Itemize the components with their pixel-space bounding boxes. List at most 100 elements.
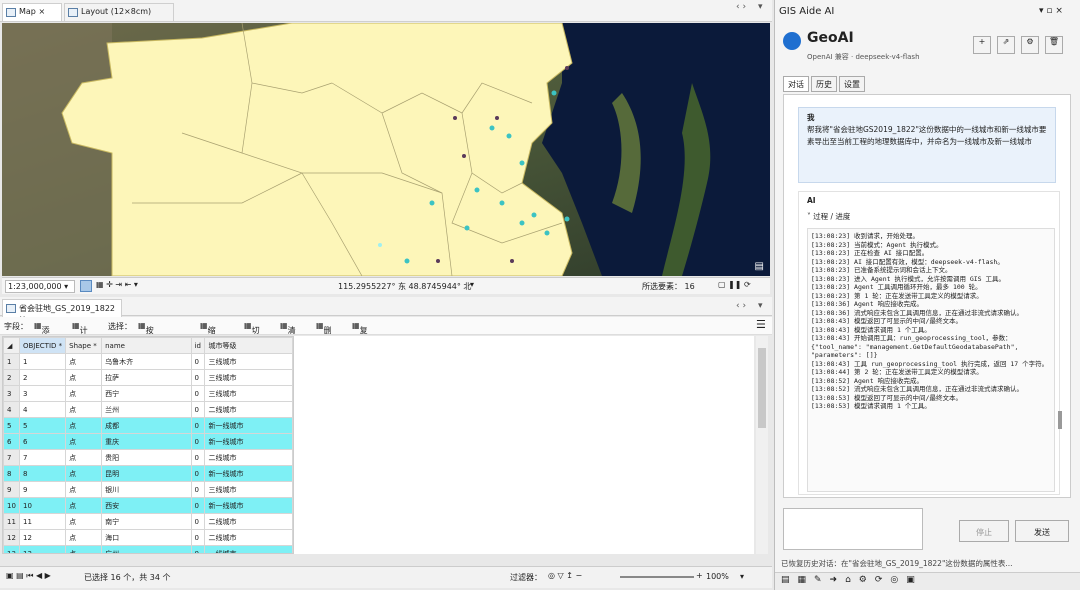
grid-tool-icon[interactable] <box>80 280 92 292</box>
shape-cell[interactable]: 点 <box>65 417 103 434</box>
name-cell[interactable]: 海口 <box>101 529 192 546</box>
id-cell[interactable]: 0 <box>190 385 206 402</box>
row-number[interactable]: 13 <box>3 545 20 553</box>
shape-cell[interactable]: 点 <box>65 465 103 482</box>
objectid-cell[interactable]: 8 <box>18 465 67 482</box>
map-view[interactable]: ▤ <box>2 23 770 276</box>
level-cell[interactable]: 二线城市 <box>204 529 293 546</box>
name-cell[interactable]: 广州 <box>101 545 192 553</box>
id-cell[interactable]: 0 <box>190 417 206 434</box>
name-cell[interactable]: 银川 <box>101 481 192 498</box>
objectid-cell[interactable]: 3 <box>18 385 67 402</box>
switch-button[interactable]: ▦切换 <box>244 321 260 346</box>
shape-cell[interactable]: 点 <box>65 433 103 450</box>
tab-attribute-table[interactable]: 省会驻地_GS_2019_1822 × <box>2 299 122 323</box>
table-menu-icon[interactable]: ▾ <box>758 301 763 311</box>
table-row[interactable]: 7 7 点贵阳 0 二线城市 <box>3 449 293 466</box>
shape-cell[interactable]: 点 <box>65 545 103 553</box>
column-header[interactable]: OBJECTID * <box>18 337 67 354</box>
objectid-cell[interactable]: 1 <box>18 353 67 370</box>
objectid-cell[interactable]: 7 <box>18 449 67 466</box>
objectid-cell[interactable]: 13 <box>18 545 67 553</box>
add-field-button[interactable]: ▦添加 <box>34 321 50 346</box>
table-row[interactable]: 3 3 点西宁 0 三线城市 <box>3 385 293 402</box>
shape-cell[interactable]: 点 <box>65 481 103 498</box>
shape-cell[interactable]: 点 <box>65 497 103 514</box>
panel-controls-icon[interactable]: ▾ ▫ × <box>1039 6 1063 16</box>
export-icon[interactable]: ⇗ <box>997 36 1015 54</box>
id-cell[interactable]: 0 <box>190 449 206 466</box>
column-header[interactable]: name <box>101 337 192 354</box>
level-cell[interactable]: 新一线城市 <box>204 497 293 514</box>
objectid-cell[interactable]: 11 <box>18 513 67 530</box>
objectid-cell[interactable]: 5 <box>18 417 67 434</box>
close-icon[interactable]: × <box>38 7 45 16</box>
id-cell[interactable]: 0 <box>190 433 206 450</box>
copy-button[interactable]: ▦复制 <box>352 321 368 346</box>
zoom-dropdown-icon[interactable]: ▾ <box>740 572 744 581</box>
scroll-tabs-icon[interactable]: ‹ › <box>736 2 746 12</box>
level-cell[interactable]: 二线城市 <box>204 449 293 466</box>
id-cell[interactable]: 0 <box>190 545 206 553</box>
trash-icon[interactable]: 🗑 <box>1045 36 1063 54</box>
table-row[interactable]: 8 8 点昆明 0 新一线城市 <box>3 465 293 482</box>
chat-area[interactable]: 我 帮我将"省会驻地GS2019_1822"这份数据中的一线城市和新一线城市要素… <box>783 94 1071 498</box>
objectid-cell[interactable]: 6 <box>18 433 67 450</box>
delete-button[interactable]: ▦删除 <box>316 321 332 346</box>
id-cell[interactable]: 0 <box>190 401 206 418</box>
objectid-cell[interactable]: 12 <box>18 529 67 546</box>
row-number[interactable]: 3 <box>3 385 20 402</box>
name-cell[interactable]: 成都 <box>101 417 192 434</box>
name-cell[interactable]: 南宁 <box>101 513 192 530</box>
column-header[interactable]: id <box>190 337 206 354</box>
level-cell[interactable]: 二线城市 <box>204 513 293 530</box>
row-number[interactable]: 2 <box>3 369 20 386</box>
level-cell[interactable]: 新一线城市 <box>204 465 293 482</box>
table-row[interactable]: 9 9 点银川 0 三线城市 <box>3 481 293 498</box>
table-options-icon[interactable]: ☰ <box>756 318 766 331</box>
pause-icon[interactable]: ▢ ❚❚ ⟳ <box>718 280 751 289</box>
progress-toggle[interactable]: ˅ 过程 / 进度 <box>807 211 1051 222</box>
table-row[interactable]: 6 6 点重庆 0 新一线城市 <box>3 433 293 450</box>
select-by-attr-button[interactable]: ▦按属性选择 <box>138 321 154 379</box>
gear-icon[interactable]: ⚙ <box>1021 36 1039 54</box>
tab-map[interactable]: Map × <box>2 3 62 21</box>
level-cell[interactable]: 新一线城市 <box>204 417 293 434</box>
name-cell[interactable]: 拉萨 <box>101 369 192 386</box>
zoom-slider[interactable] <box>620 576 694 578</box>
objectid-cell[interactable]: 9 <box>18 481 67 498</box>
row-number[interactable]: 1 <box>3 353 20 370</box>
shape-cell[interactable]: 点 <box>65 353 103 370</box>
attribute-grid[interactable]: ◢ OBJECTID * Shape * name id 城市等级 1 1 点乌鲁木… <box>2 336 294 554</box>
table-row[interactable]: 1 1 点乌鲁木齐 0 三线城市 <box>3 353 293 370</box>
shape-cell[interactable]: 点 <box>65 513 103 530</box>
zoom-to-button[interactable]: ▦缩放至 <box>200 321 216 357</box>
coord-dropdown-icon[interactable]: ▾ <box>470 280 474 289</box>
tab-layout[interactable]: Layout (12×8cm) <box>64 3 174 21</box>
table-row[interactable]: 4 4 点兰州 0 二线城市 <box>3 401 293 418</box>
shape-cell[interactable]: 点 <box>65 369 103 386</box>
name-cell[interactable]: 乌鲁木齐 <box>101 353 192 370</box>
name-cell[interactable]: 贵阳 <box>101 449 192 466</box>
name-cell[interactable]: 西宁 <box>101 385 192 402</box>
view-toggle-icons[interactable]: ▣ ▤ ⏮ ◀ ▶ <box>6 571 51 581</box>
tab-settings[interactable]: 设置 <box>839 76 865 92</box>
table-row[interactable]: 13 13 点广州 0 一线城市 <box>3 545 293 553</box>
level-cell[interactable]: 一线城市 <box>204 545 293 553</box>
shape-cell[interactable]: 点 <box>65 449 103 466</box>
shape-cell[interactable]: 点 <box>65 529 103 546</box>
row-number[interactable]: 12 <box>3 529 20 546</box>
send-button[interactable]: 发送 <box>1015 520 1069 542</box>
row-number[interactable]: 4 <box>3 401 20 418</box>
objectid-cell[interactable]: 2 <box>18 369 67 386</box>
row-number[interactable]: 8 <box>3 465 20 482</box>
scale-select[interactable]: 1:23,000,000 ▾ <box>5 280 75 293</box>
shape-cell[interactable]: 点 <box>65 385 103 402</box>
tool-icons[interactable]: ▦ ✛ ⇥ ⇤ ▾ <box>96 280 138 289</box>
row-number[interactable]: 6 <box>3 433 20 450</box>
table-row[interactable]: 5 5 点成都 0 新一线城市 <box>3 417 293 434</box>
table-row[interactable]: 10 10 点西安 0 新一线城市 <box>3 497 293 514</box>
bottom-tool-icons[interactable]: ▤▦✎➜⌂⚙⟳◎▣ <box>775 572 1080 590</box>
table-scrollbar[interactable] <box>756 336 768 554</box>
clear-button[interactable]: ▦清除 <box>280 321 296 346</box>
